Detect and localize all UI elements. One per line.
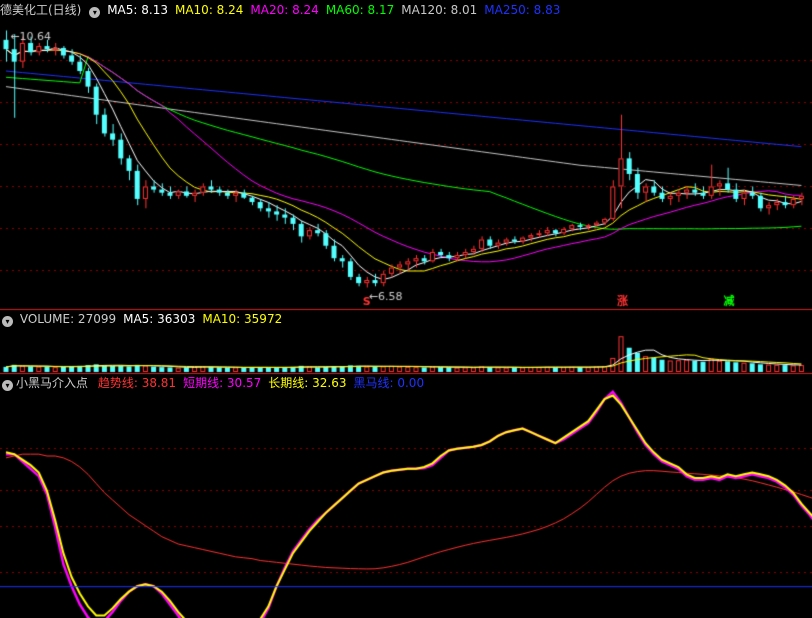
stock-title[interactable]: 德美化工(日线)	[0, 3, 81, 17]
volume-legend: ▾ VOLUME: 27099 MA5: 36303 MA10: 35972	[0, 311, 289, 327]
legend-item-短期线: 短期线: 30.57	[183, 376, 262, 390]
chevron-down-icon[interactable]: ▾	[2, 380, 13, 391]
indicator-title[interactable]: 小黑马介入点	[16, 376, 88, 390]
chevron-down-icon[interactable]: ▾	[89, 7, 101, 18]
legend-item-黑马线: 黑马线: 0.00	[353, 376, 425, 390]
chevron-down-icon[interactable]: ▾	[2, 316, 13, 327]
legend-item-ma5: MA5: 8.13	[107, 3, 168, 17]
stock-chart-canvas	[0, 0, 812, 618]
legend-item-ma5: MA5: 36303	[123, 312, 196, 326]
indicator-legend: ▾ 小黑马介入点 趋势线: 38.81 短期线: 30.57 长期线: 32.63 黑马…	[0, 375, 431, 391]
legend-item-ma250: MA250: 8.83	[484, 3, 561, 17]
legend-item-ma60: MA60: 8.17	[325, 3, 395, 17]
legend-item-ma10: MA10: 35972	[202, 312, 283, 326]
legend-item-ma10: MA10: 8.24	[174, 3, 244, 17]
legend-item-volume: VOLUME: 27099	[19, 312, 117, 326]
legend-item-趋势线: 趋势线: 38.81	[97, 376, 177, 390]
price-legend: 德美化工(日线) ▾ MA5: 8.13 MA10: 8.24 MA20: 8.24 M…	[0, 2, 567, 18]
legend-item-ma20: MA20: 8.24	[250, 3, 319, 17]
legend-item-ma120: MA120: 8.01	[401, 3, 478, 17]
legend-item-长期线: 长期线: 32.63	[268, 376, 347, 390]
